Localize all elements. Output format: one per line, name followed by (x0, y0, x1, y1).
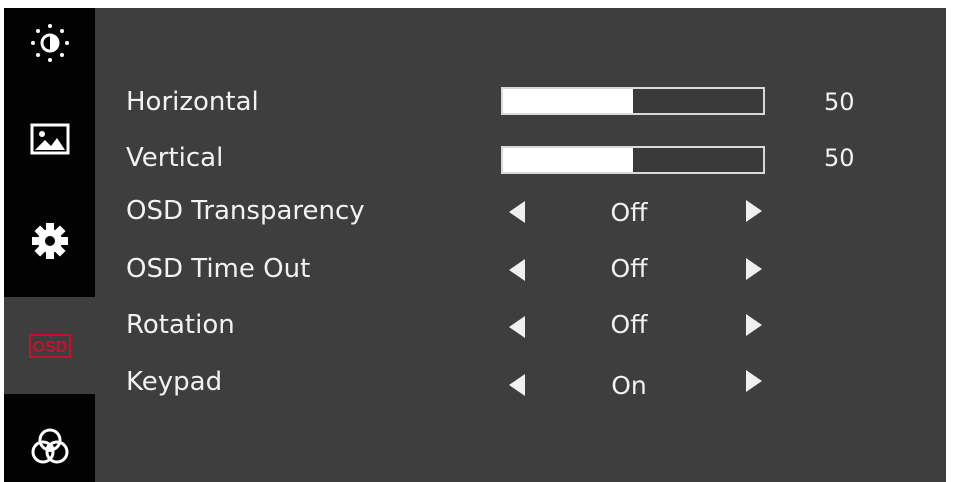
tab-osd[interactable]: OSD (4, 297, 95, 394)
osd-icon: OSD (28, 333, 71, 358)
keypad-label: Keypad (126, 367, 223, 397)
keypad-value: On (611, 371, 647, 400)
svg-text:OSD: OSD (32, 339, 67, 356)
osd-transparency-value: Off (610, 198, 648, 227)
osd-time-out-label: OSD Time Out (126, 254, 311, 284)
horizontal-slider[interactable] (501, 87, 765, 115)
rotation-value: Off (610, 310, 648, 339)
osd-time-out-value: Off (610, 254, 648, 283)
osd-transparency-left-arrow-icon[interactable] (509, 201, 525, 223)
osd-transparency-right-arrow-icon[interactable] (746, 200, 762, 222)
picture-icon (30, 123, 69, 155)
vertical-slider[interactable] (501, 146, 765, 174)
vertical-value: 50 (824, 144, 855, 172)
horizontal-value: 50 (824, 88, 855, 116)
rotation-left-arrow-icon[interactable] (509, 316, 525, 338)
vertical-slider-fill (503, 148, 633, 172)
osd-transparency-label: OSD Transparency (126, 196, 365, 226)
settings-gear-icon (31, 223, 68, 259)
keypad-left-arrow-icon[interactable] (509, 374, 525, 396)
horizontal-label: Horizontal (126, 87, 259, 117)
tab-color[interactable] (4, 412, 95, 482)
color-icon (31, 428, 68, 464)
rotation-label: Rotation (126, 310, 235, 340)
horizontal-slider-fill (503, 89, 633, 113)
rotation-right-arrow-icon[interactable] (746, 314, 762, 336)
osd-menu: OSD Horizontal 50 Vertical 50 OSD Transp… (4, 8, 946, 482)
tab-brightness[interactable] (4, 8, 95, 78)
tab-picture[interactable] (4, 104, 95, 174)
brightness-icon (30, 24, 69, 62)
keypad-right-arrow-icon[interactable] (746, 370, 762, 392)
sidebar: OSD (4, 8, 95, 482)
osd-time-out-right-arrow-icon[interactable] (746, 258, 762, 280)
vertical-label: Vertical (126, 143, 224, 173)
osd-time-out-left-arrow-icon[interactable] (509, 259, 525, 281)
tab-settings[interactable] (4, 206, 95, 276)
